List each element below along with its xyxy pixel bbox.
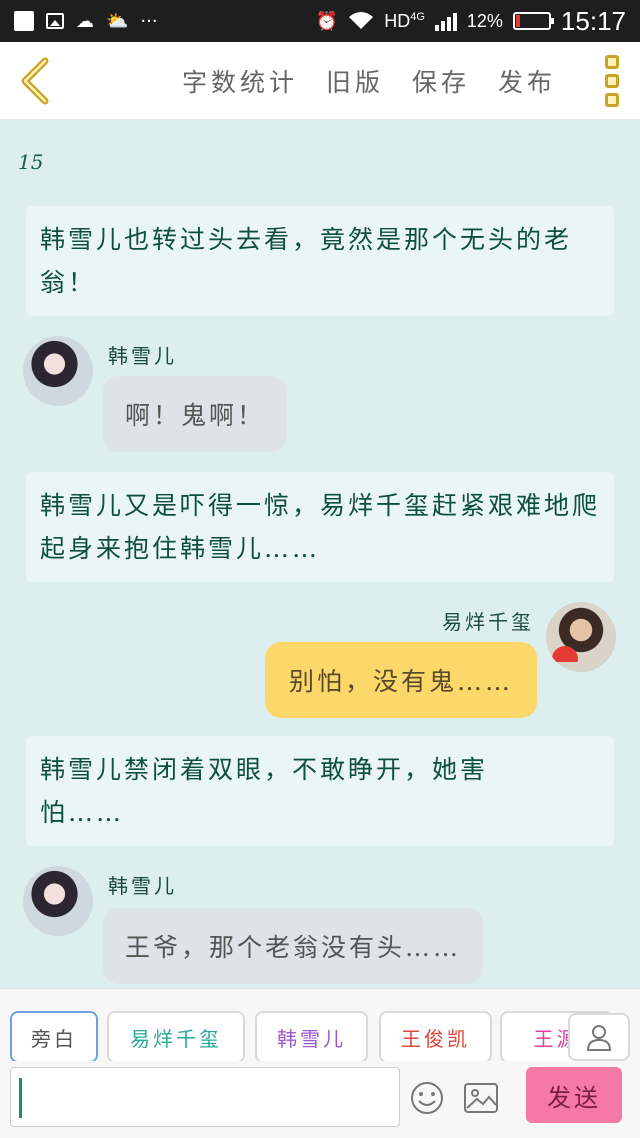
add-role-button[interactable] (568, 1013, 630, 1061)
battery-percent: 12% (466, 10, 503, 31)
nav-actions: 字数统计 旧版 保存 发布 (182, 63, 556, 99)
avatar[interactable] (546, 602, 616, 672)
status-notifications: ☁ ⛅ ··· (14, 11, 158, 32)
gallery-notification-icon (46, 13, 64, 29)
role-selector: 旁白 易烊千玺 韩雪儿 王俊凯 王源 (0, 989, 640, 1061)
text-caret (19, 1078, 22, 1118)
smile-icon[interactable] (410, 1081, 444, 1115)
speaker-name: 韩雪儿 (108, 874, 177, 898)
message-input[interactable] (10, 1067, 400, 1127)
wifi-icon (349, 12, 374, 29)
role-chip-narrator[interactable]: 旁白 (10, 1011, 98, 1061)
save-button[interactable]: 保存 (412, 63, 470, 99)
more-vertical-icon (605, 73, 619, 88)
notification-square-icon (14, 11, 34, 31)
role-chip[interactable]: 易烊千玺 (107, 1011, 245, 1061)
back-button[interactable] (0, 42, 70, 120)
narration-message[interactable]: 韩雪儿又是吓得一惊，易烊千玺赶紧艰难地爬起身来抱住韩雪儿…… (26, 472, 614, 582)
weather-icon: ⛅ (106, 10, 129, 32)
speaker-name: 韩雪儿 (108, 344, 177, 368)
network-label: HD4G (384, 10, 425, 31)
more-notifications-icon: ··· (140, 10, 158, 32)
role-label: 王俊凯 (401, 1026, 470, 1051)
old-version-button[interactable]: 旧版 (326, 63, 384, 99)
speaker-name: 易烊千玺 (442, 610, 534, 634)
user-icon (586, 1025, 612, 1051)
role-chip[interactable]: 韩雪儿 (255, 1011, 368, 1061)
role-label: 易烊千玺 (130, 1026, 222, 1051)
cloud-icon: ☁ (76, 10, 94, 32)
composer: 旁白 易烊千玺 韩雪儿 王俊凯 王源 发送 (0, 988, 640, 1138)
more-vertical-icon (605, 92, 619, 107)
status-system: ⏰ HD4G 12% 15:17 (316, 6, 626, 37)
left-message-bubble[interactable]: 王爷，那个老翁没有头…… (103, 908, 484, 984)
clock: 15:17 (560, 5, 626, 36)
chevron-left-icon (21, 57, 49, 104)
status-bar: ☁ ⛅ ··· ⏰ HD4G 12% 15:17 (0, 0, 640, 42)
role-chip[interactable]: 王俊凯 (379, 1011, 492, 1061)
image-icon[interactable] (464, 1083, 498, 1113)
more-menu-button[interactable] (584, 42, 640, 120)
input-row: 发送 (0, 1067, 640, 1133)
avatar[interactable] (23, 336, 93, 406)
send-button[interactable]: 发送 (526, 1067, 622, 1123)
role-label: 韩雪儿 (277, 1026, 346, 1051)
chat-area[interactable]: 15 韩雪儿也转过头去看，竟然是那个无头的老翁！ 韩雪儿 啊！鬼啊！ 韩雪儿又是… (0, 120, 640, 988)
narration-message[interactable]: 韩雪儿也转过头去看，竟然是那个无头的老翁！ (26, 206, 614, 316)
role-label: 旁白 (31, 1026, 77, 1051)
battery-icon (512, 12, 554, 30)
more-vertical-icon (605, 54, 619, 69)
alarm-icon: ⏰ (315, 10, 339, 32)
publish-button[interactable]: 发布 (498, 63, 556, 99)
left-message-bubble[interactable]: 啊！鬼啊！ (103, 376, 288, 452)
signal-icon (434, 11, 457, 31)
top-bar: 字数统计 旧版 保存 发布 (0, 42, 640, 120)
narration-message[interactable]: 韩雪儿禁闭着双眼，不敢睁开，她害怕…… (26, 736, 614, 846)
word-count-button[interactable]: 字数统计 (182, 63, 298, 99)
avatar[interactable] (23, 866, 93, 936)
right-message-bubble[interactable]: 别怕，没有鬼…… (264, 642, 537, 718)
battery-level-fill (515, 15, 520, 27)
chapter-number: 15 (18, 150, 44, 174)
